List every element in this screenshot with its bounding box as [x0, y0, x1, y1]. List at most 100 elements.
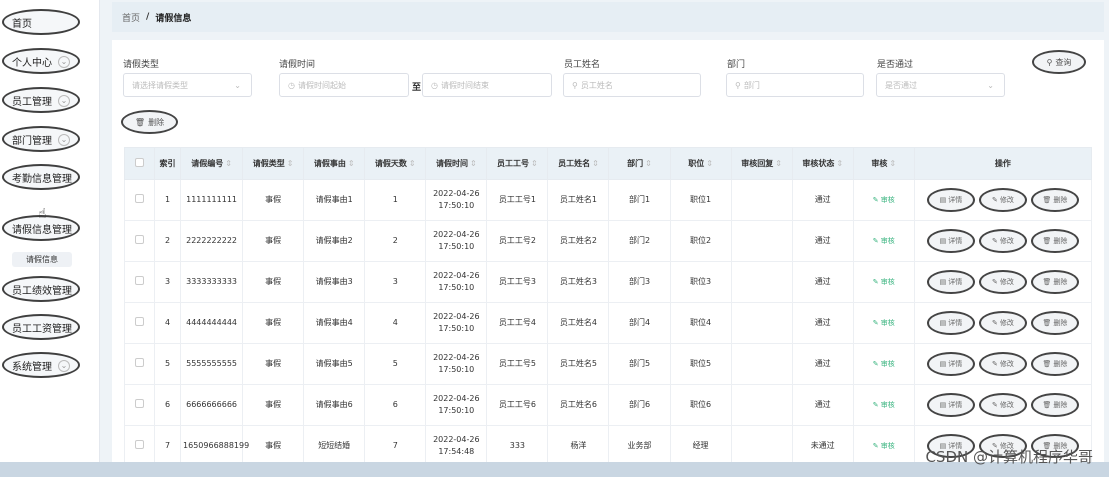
search-icon: ⚲	[1046, 57, 1053, 67]
audit-label: 审核	[880, 442, 895, 450]
sort-icon[interactable]: ⇕	[470, 159, 477, 168]
cell-days: 7	[364, 425, 427, 467]
delete-button[interactable]: 🗑 删除	[1030, 393, 1079, 417]
audit-link[interactable]: ✎ 审核	[873, 442, 895, 450]
edit-button[interactable]: ✎ 修改	[978, 270, 1027, 294]
sort-icon[interactable]: ⇕	[225, 159, 232, 168]
delete-button[interactable]: 🗑 删除	[1030, 270, 1079, 294]
row-checkbox[interactable]	[135, 275, 144, 285]
delete-button-label: 删除	[1053, 319, 1068, 327]
sort-icon[interactable]: ⇕	[287, 159, 294, 168]
column-header: 审核 ⇕	[852, 147, 915, 180]
detail-button[interactable]: ▤ 详情	[926, 188, 975, 212]
delete-button[interactable]: 🗑 删除	[1030, 311, 1079, 335]
sidebar-item[interactable]: 员工管理 ⌄	[2, 87, 80, 113]
select-all-checkbox[interactable]	[135, 158, 144, 167]
leave-time-end-input[interactable]: ◷ 请假时间结束	[422, 73, 552, 97]
sidebar-item[interactable]: 首页	[2, 9, 80, 35]
column-header-label: 部门	[627, 159, 644, 168]
edit-button[interactable]: ✎ 修改	[978, 311, 1027, 335]
audit-link[interactable]: ✎ 审核	[873, 401, 895, 409]
sort-icon[interactable]: ⇕	[706, 159, 713, 168]
cell-type: 事假	[242, 302, 305, 344]
cell-leave-time: 2022-04-26 17:50:10	[425, 220, 488, 262]
audit-link[interactable]: ✎ 审核	[873, 360, 895, 368]
row-checkbox[interactable]	[135, 316, 144, 326]
cell-no: 3333333333	[180, 261, 244, 303]
detail-button[interactable]: ▤ 详情	[926, 393, 975, 417]
edit-button-label: 修改	[999, 196, 1014, 204]
detail-button[interactable]: ▤ 详情	[926, 229, 975, 253]
sort-icon[interactable]: ⇕	[645, 159, 652, 168]
sidebar-item[interactable]: 个人中心 ⌄	[2, 48, 80, 74]
detail-button[interactable]: ▤ 详情	[926, 311, 975, 335]
batch-delete-button[interactable]: 🗑 删除	[121, 110, 178, 134]
sort-icon[interactable]: ⇕	[775, 159, 782, 168]
audit-link[interactable]: ✎ 审核	[873, 319, 895, 327]
sort-icon[interactable]: ⇕	[592, 159, 599, 168]
audit-link[interactable]: ✎ 审核	[873, 196, 895, 204]
leave-time-start-input[interactable]: ◷ 请假时间起始	[279, 73, 409, 97]
employee-name-input[interactable]: ⚲ 员工姓名	[563, 73, 701, 97]
main-content: 首页 / 请假信息 请假类型 请选择请假类型 ⌄ 请假时间 ◷ 请假时间起始 至…	[100, 0, 1109, 477]
query-button[interactable]: ⚲ 查询	[1032, 50, 1086, 74]
leave-type-label: 请假类型	[123, 60, 160, 70]
leave-type-select[interactable]: 请选择请假类型 ⌄	[123, 73, 252, 97]
cell-reason: 请假事由1	[303, 179, 366, 221]
cell-reply	[730, 425, 793, 467]
breadcrumb-home[interactable]: 首页	[122, 11, 140, 24]
delete-button[interactable]: 🗑 删除	[1030, 229, 1079, 253]
sidebar-item[interactable]: 考勤信息管理	[2, 164, 80, 190]
edit-button[interactable]: ✎ 修改	[978, 229, 1027, 253]
audit-label: 审核	[880, 237, 895, 245]
sort-icon[interactable]: ⇕	[348, 159, 355, 168]
leave-time-start-placeholder: 请假时间起始	[297, 80, 346, 90]
detail-button-label: 详情	[948, 278, 963, 286]
row-checkbox[interactable]	[135, 398, 144, 408]
breadcrumb-separator: /	[146, 12, 150, 22]
edit-button[interactable]: ✎ 修改	[978, 188, 1027, 212]
trash-icon: 🗑	[1042, 196, 1052, 204]
delete-button[interactable]: 🗑 删除	[1030, 352, 1079, 376]
submenu-item-leave-info[interactable]: 请假信息	[12, 252, 72, 267]
passed-select[interactable]: 是否通过 ⌄	[876, 73, 1005, 97]
sort-icon[interactable]: ⇕	[531, 159, 538, 168]
sidebar-item[interactable]: 员工绩效管理	[2, 276, 80, 302]
row-checkbox[interactable]	[135, 234, 144, 244]
cell-time: 17:50:10	[438, 406, 475, 415]
sidebar-item[interactable]: 系统管理 ⌄	[2, 352, 80, 378]
watermark: CSDN @计算机程序华哥	[925, 448, 1093, 466]
detail-button[interactable]: ▤ 详情	[926, 270, 975, 294]
cell-emp-name: 员工姓名1	[547, 179, 610, 221]
sidebar-item[interactable]: 部门管理 ⌄	[2, 126, 80, 152]
cell-reason: 短短结婚	[303, 425, 366, 467]
row-checkbox[interactable]	[135, 193, 144, 203]
leave-type-placeholder: 请选择请假类型	[132, 80, 188, 90]
sort-icon[interactable]: ⇕	[889, 159, 896, 168]
edit-button[interactable]: ✎ 修改	[978, 352, 1027, 376]
column-header[interactable]	[123, 147, 156, 180]
edit-icon: ✎	[872, 401, 881, 409]
audit-link[interactable]: ✎ 审核	[873, 237, 895, 245]
department-input[interactable]: ⚲ 部门	[726, 73, 864, 97]
cell-status: 未通过	[791, 425, 854, 467]
sort-icon[interactable]: ⇕	[409, 159, 416, 168]
cell-no: 1111111111	[180, 179, 244, 221]
row-checkbox[interactable]	[135, 439, 144, 449]
sidebar-item[interactable]: 员工工资管理	[2, 314, 80, 340]
column-header-label: 员工姓名	[558, 159, 591, 168]
delete-button[interactable]: 🗑 删除	[1030, 188, 1079, 212]
row-actions: ▤ 详情 ✎ 修改 🗑 删除	[917, 352, 1089, 376]
row-actions: ▤ 详情 ✎ 修改 🗑 删除	[917, 311, 1089, 335]
sidebar-item-label: 请假信息管理	[12, 224, 72, 236]
edit-button[interactable]: ✎ 修改	[978, 393, 1027, 417]
document-icon: ▤	[939, 401, 947, 409]
cell-time: 17:50:10	[438, 324, 475, 333]
document-icon: ▤	[939, 237, 947, 245]
sidebar-item-label: 系统管理	[12, 361, 52, 373]
sort-icon[interactable]: ⇕	[836, 159, 843, 168]
cell-position: 职位6	[669, 384, 732, 426]
detail-button[interactable]: ▤ 详情	[926, 352, 975, 376]
audit-link[interactable]: ✎ 审核	[873, 278, 895, 286]
row-checkbox[interactable]	[135, 357, 144, 367]
